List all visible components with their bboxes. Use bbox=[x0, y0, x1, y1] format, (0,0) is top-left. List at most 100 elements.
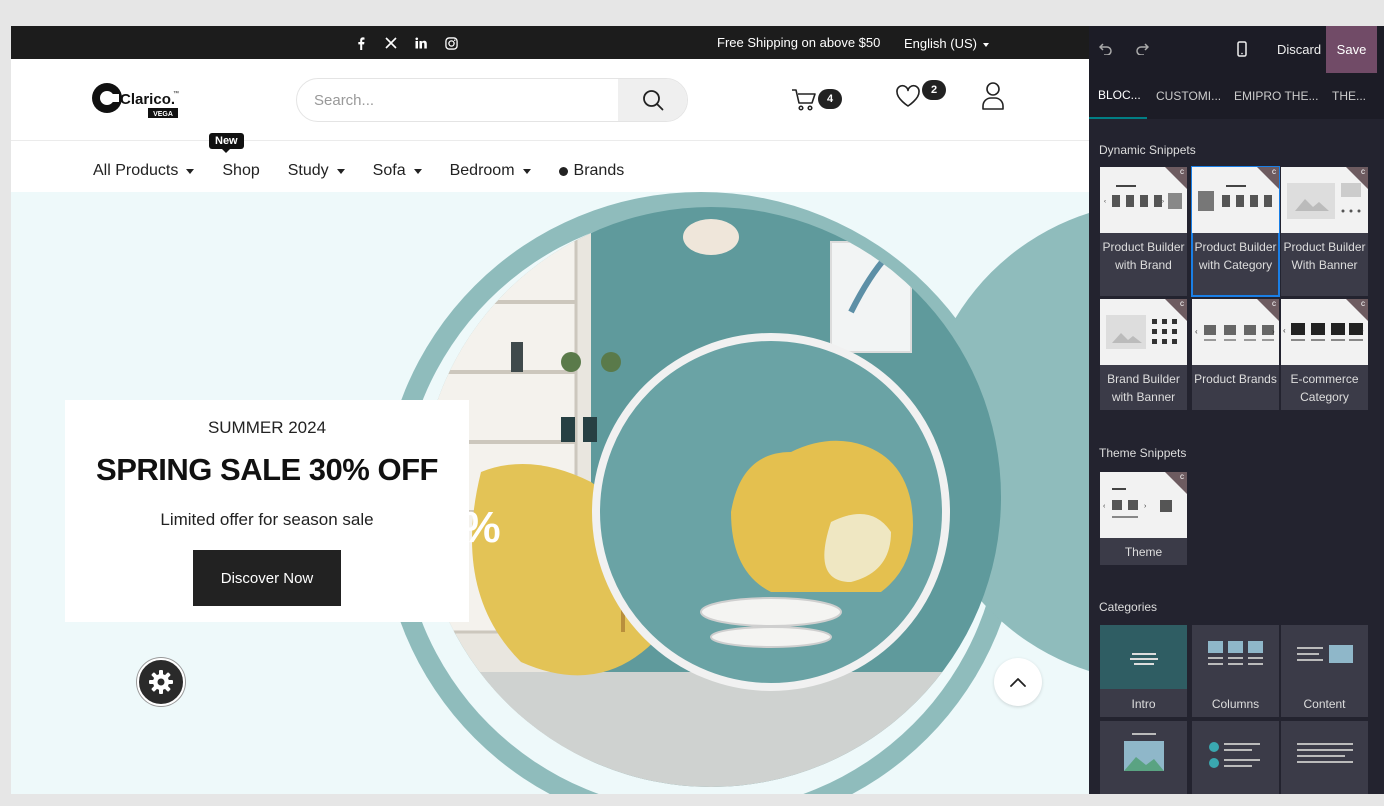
chevron-down-icon bbox=[522, 168, 531, 174]
intro-thumbnail bbox=[1100, 625, 1187, 689]
hero-title: SPRING SALE 30% OFF bbox=[96, 452, 438, 487]
snippet-thumbnail bbox=[1192, 167, 1279, 233]
search-button[interactable] bbox=[618, 79, 687, 121]
nav-item-shop[interactable]: Shop bbox=[222, 159, 259, 183]
snippet-theme[interactable]: ‹› Theme bbox=[1100, 472, 1187, 565]
nav-label: Brands bbox=[573, 162, 625, 179]
nav-label: Sofa bbox=[372, 162, 406, 179]
header-divider bbox=[11, 140, 1089, 141]
nav-item-all-products[interactable]: All Products bbox=[93, 159, 195, 183]
site-logo[interactable]: Clarico. ™ VEGA bbox=[89, 78, 181, 120]
editor-panel: Discard Save BLOC... CUSTOMI... EMIPRO T… bbox=[1089, 26, 1384, 794]
nav-label: Bedroom bbox=[449, 162, 515, 179]
hero-kicker: SUMMER 2024 bbox=[207, 418, 327, 437]
snippet-label: E-commerce Category bbox=[1290, 372, 1359, 404]
snippet-product-brands[interactable]: ‹› Product Brands bbox=[1192, 299, 1279, 410]
wishlist-count-badge: 2 bbox=[922, 80, 946, 100]
category-content[interactable]: Content bbox=[1281, 625, 1368, 717]
discard-button[interactable]: Discard bbox=[1265, 26, 1333, 73]
tab-emipro-theme[interactable]: EMIPRO THE... bbox=[1225, 73, 1323, 119]
snippet-thumbnail bbox=[1100, 299, 1187, 365]
nav-item-brands[interactable]: Brands bbox=[558, 159, 625, 183]
logo-trademark: ™ bbox=[173, 90, 179, 97]
save-button[interactable]: Save bbox=[1326, 26, 1377, 73]
logo-text: Clarico. bbox=[120, 91, 175, 108]
snippet-thumbnail: ‹ › bbox=[1281, 299, 1368, 365]
discover-now-button[interactable]: Discover Now bbox=[193, 550, 341, 606]
nav-label: All Products bbox=[93, 162, 179, 179]
browser-viewport: Free Shipping on above $50 English (US) … bbox=[11, 26, 1384, 794]
nav-label: Study bbox=[287, 162, 329, 179]
x-icon[interactable] bbox=[383, 35, 399, 51]
svg-text:›: › bbox=[1162, 199, 1164, 205]
snippet-product-builder-category[interactable]: Product Builder with Category bbox=[1191, 166, 1280, 297]
snippet-thumbnail: ‹ › bbox=[1100, 472, 1187, 538]
text-thumbnail bbox=[1297, 743, 1353, 763]
svg-text:‹: ‹ bbox=[1103, 503, 1106, 510]
instagram-icon[interactable] bbox=[443, 35, 459, 51]
category-columns[interactable]: Columns bbox=[1192, 625, 1279, 717]
settings-button[interactable] bbox=[137, 658, 185, 706]
category-text[interactable] bbox=[1281, 721, 1368, 794]
tab-theme[interactable]: THE... bbox=[1323, 73, 1381, 119]
snippet-thumbnail: ‹ › bbox=[1100, 167, 1187, 233]
content-thumbnail bbox=[1297, 645, 1353, 663]
cart-button[interactable] bbox=[791, 88, 817, 117]
nav-item-sofa[interactable]: Sofa bbox=[373, 159, 422, 183]
svg-text:›: › bbox=[1361, 326, 1364, 335]
categories-title: Categories bbox=[1099, 600, 1158, 614]
linkedin-icon[interactable] bbox=[413, 35, 429, 51]
nav-label: Shop bbox=[222, 162, 260, 179]
snippet-ecommerce-category[interactable]: ‹› E-commerce Category bbox=[1281, 299, 1368, 410]
gear-icon bbox=[149, 670, 173, 694]
snippet-label: Brand Builder with Banner bbox=[1107, 372, 1180, 404]
facebook-icon[interactable] bbox=[353, 35, 369, 51]
shipping-notice: Free Shipping on above $50 bbox=[717, 35, 881, 50]
search-icon bbox=[642, 90, 663, 111]
hero-banner: % SUMMER 2024 SPRING SALE 30% OFF Limite… bbox=[11, 192, 1089, 794]
columns-thumbnail bbox=[1208, 641, 1263, 665]
redo-icon[interactable] bbox=[1135, 41, 1151, 57]
snippet-label: Product Builder with Category bbox=[1194, 240, 1277, 272]
scroll-to-top-button[interactable] bbox=[994, 658, 1042, 706]
dot-icon bbox=[558, 166, 568, 176]
tab-customize[interactable]: CUSTOMI... bbox=[1147, 73, 1225, 119]
wishlist-button[interactable] bbox=[895, 84, 921, 113]
category-intro[interactable]: Intro bbox=[1100, 625, 1187, 717]
theme-snippets-title: Theme Snippets bbox=[1099, 446, 1187, 460]
snippet-product-builder-brand[interactable]: ‹› Product Builder with Brand bbox=[1100, 167, 1187, 296]
dynamic-snippets-title: Dynamic Snippets bbox=[1099, 143, 1196, 157]
category-image-text[interactable] bbox=[1100, 721, 1187, 794]
editor-tabs: BLOC... CUSTOMI... EMIPRO THE... THE... bbox=[1089, 73, 1384, 119]
chevron-down-icon bbox=[336, 168, 345, 174]
snippet-label: Product Builder With Banner bbox=[1283, 240, 1366, 272]
svg-text:‹: ‹ bbox=[1283, 326, 1286, 335]
language-selector[interactable]: English (US) bbox=[904, 36, 989, 51]
cart-icon bbox=[792, 89, 816, 111]
undo-icon[interactable] bbox=[1098, 41, 1115, 57]
nav-item-study[interactable]: Study bbox=[288, 159, 345, 183]
features-thumbnail bbox=[1209, 742, 1260, 768]
category-label: Content bbox=[1303, 697, 1346, 711]
category-label: Intro bbox=[1131, 697, 1156, 711]
snippet-label: Product Brands bbox=[1194, 372, 1277, 386]
hero-card: SUMMER 2024 SPRING SALE 30% OFF Limited … bbox=[65, 400, 469, 622]
hero-subtitle: Limited offer for season sale bbox=[160, 510, 374, 529]
chevron-down-icon bbox=[982, 42, 989, 47]
snippet-product-builder-banner[interactable]: Product Builder With Banner bbox=[1281, 167, 1368, 296]
nav-item-bedroom[interactable]: Bedroom bbox=[450, 159, 531, 183]
search-input[interactable] bbox=[297, 79, 619, 121]
top-bar: Free Shipping on above $50 English (US) bbox=[11, 26, 1089, 59]
tab-blocks[interactable]: BLOC... bbox=[1089, 73, 1147, 119]
category-features[interactable] bbox=[1192, 721, 1279, 794]
mobile-preview-icon[interactable] bbox=[1237, 41, 1247, 62]
chevron-up-icon bbox=[1010, 678, 1026, 687]
image-text-thumbnail bbox=[1124, 733, 1164, 771]
snippet-label: Theme bbox=[1124, 545, 1163, 559]
snippet-brand-builder-banner[interactable]: Brand Builder with Banner bbox=[1100, 299, 1187, 410]
account-button[interactable] bbox=[981, 81, 1005, 116]
cart-count-badge: 4 bbox=[818, 89, 842, 109]
snippet-thumbnail bbox=[1281, 167, 1368, 233]
logo-subtext: VEGA bbox=[153, 111, 173, 118]
chevron-down-icon bbox=[186, 168, 195, 174]
